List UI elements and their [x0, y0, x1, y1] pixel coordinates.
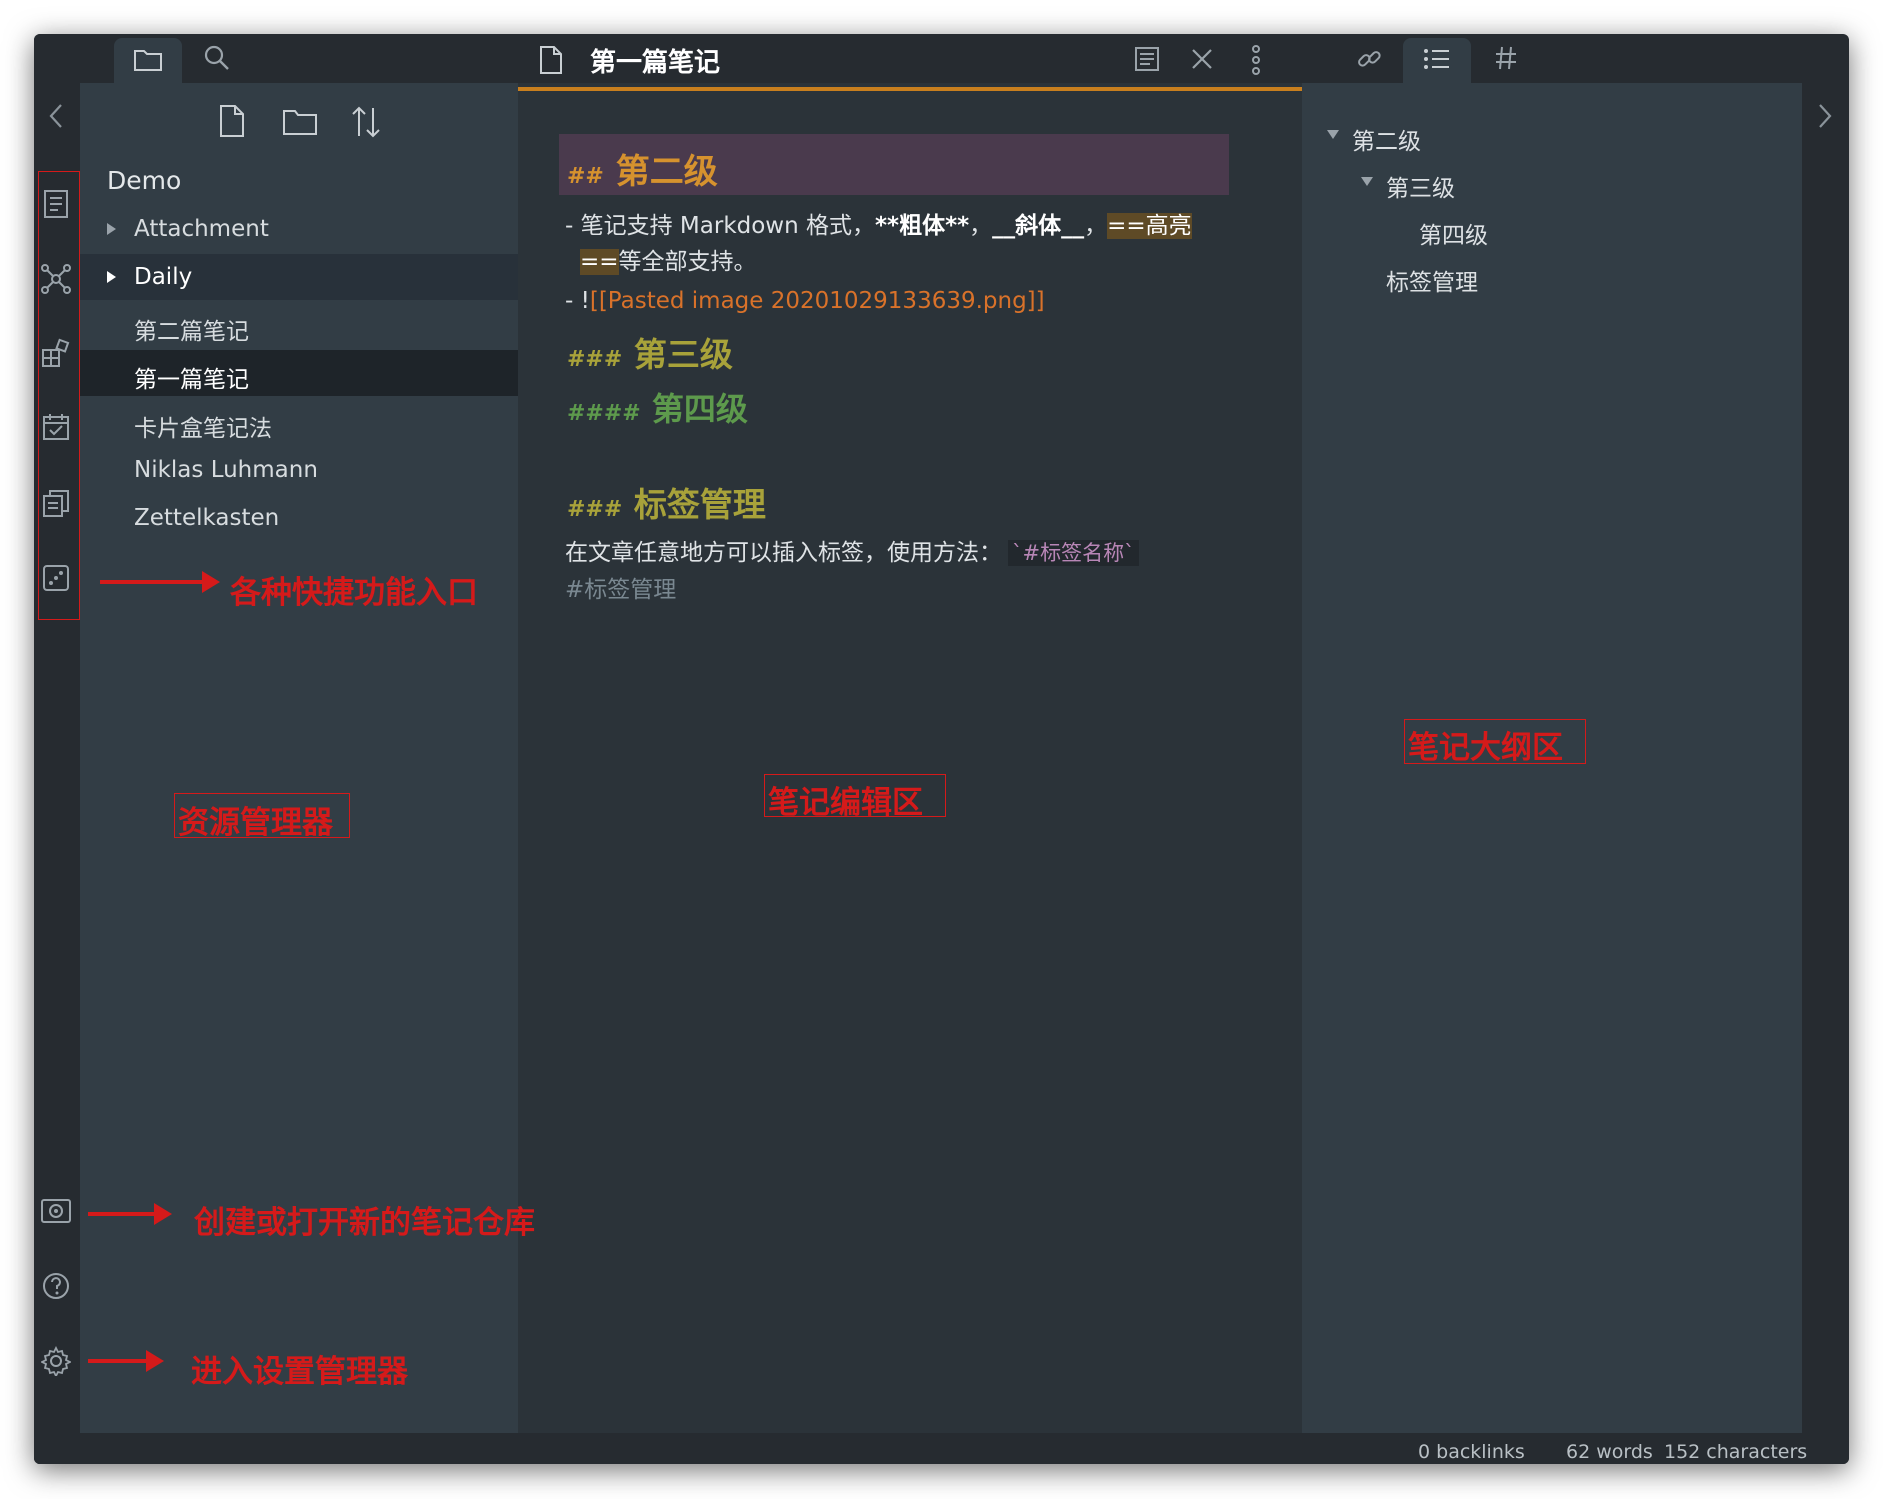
annotation-arrow: [88, 1203, 172, 1225]
tree-file-zettelkasten[interactable]: Zettelkasten: [80, 495, 518, 541]
annotation-arrow: [88, 1350, 164, 1372]
tag-usage-line[interactable]: 在文章任意地方可以插入标签，使用方法： `#标签名称`: [565, 533, 1139, 567]
collapse-right-chevron-icon[interactable]: [1817, 103, 1833, 129]
markdown-line-1-wrap[interactable]: ==等全部支持。: [580, 242, 757, 276]
outline-item-h3[interactable]: 第三级: [1386, 169, 1455, 203]
tag-link[interactable]: #标签管理: [565, 570, 676, 604]
editor-pane: [518, 83, 1302, 1433]
tree-file-zettel-method[interactable]: 卡片盒笔记法: [80, 399, 518, 445]
vault-name[interactable]: Demo: [107, 166, 181, 195]
heading-h4[interactable]: #### 第四级: [567, 384, 748, 430]
outline-item-h2[interactable]: 第二级: [1352, 122, 1421, 156]
caret-right-icon: [107, 223, 116, 235]
tree-file-first-note[interactable]: 第一篇笔记: [80, 350, 518, 396]
inline-code: `#标签名称`: [1008, 540, 1139, 566]
status-char-count: 152 characters: [1664, 1441, 1808, 1463]
heading-h3-tags[interactable]: ### 标签管理: [567, 478, 766, 526]
internal-link[interactable]: [[Pasted image 20201029133639.png]]: [590, 288, 1045, 314]
tree-file-niklas[interactable]: Niklas Luhmann: [80, 447, 518, 493]
search-icon[interactable]: [203, 44, 231, 72]
new-note-icon[interactable]: [219, 104, 245, 138]
annotation-shortcuts: 各种快捷功能入口: [230, 575, 478, 611]
new-folder-icon[interactable]: [282, 106, 318, 136]
caret-right-icon: [107, 271, 116, 283]
status-backlinks[interactable]: 0 backlinks: [1418, 1441, 1525, 1463]
status-word-count: 62 words: [1566, 1441, 1653, 1463]
annotation-ribbon-box: [38, 171, 80, 620]
caret-down-icon[interactable]: [1361, 177, 1373, 186]
heading-h3[interactable]: ### 第三级: [567, 328, 733, 376]
file-icon: [539, 45, 563, 75]
outline-item-tags[interactable]: 标签管理: [1386, 263, 1478, 297]
sort-icon[interactable]: [350, 105, 382, 139]
preview-toggle-icon[interactable]: [1134, 46, 1160, 72]
more-options-icon[interactable]: [1251, 45, 1261, 75]
list-icon[interactable]: [1423, 47, 1451, 71]
help-icon[interactable]: [41, 1271, 71, 1301]
link-icon[interactable]: [1355, 45, 1383, 73]
close-icon[interactable]: [1190, 47, 1214, 71]
caret-down-icon[interactable]: [1327, 130, 1339, 139]
annotation-outline: 笔记大纲区: [1408, 730, 1563, 766]
collapse-left-chevron-icon[interactable]: [48, 103, 64, 129]
markdown-line-1[interactable]: - 笔记支持 Markdown 格式，**粗体**，__斜体__，==高亮: [565, 206, 1192, 240]
folder-icon[interactable]: [133, 46, 163, 72]
annotation-settings: 进入设置管理器: [191, 1354, 408, 1390]
tag-hash-icon[interactable]: [1494, 45, 1518, 71]
tab-title: 第一篇笔记: [590, 48, 721, 78]
outline-item-h4[interactable]: 第四级: [1419, 216, 1488, 250]
markdown-line-2[interactable]: - ![[Pasted image 20201029133639.png]]: [565, 288, 1045, 314]
annotation-editor: 笔记编辑区: [768, 785, 923, 821]
annotation-arrow: [100, 571, 220, 593]
heading-h2[interactable]: ## 第二级: [567, 144, 718, 193]
active-tab-underline: [518, 87, 1302, 91]
annotation-explorer: 资源管理器: [178, 805, 333, 841]
settings-gear-icon[interactable]: [41, 1346, 71, 1376]
tree-folder-daily[interactable]: Daily: [80, 254, 518, 300]
vault-icon[interactable]: [40, 1197, 72, 1225]
annotation-vault: 创建或打开新的笔记仓库: [194, 1205, 535, 1241]
tree-folder-attachment[interactable]: Attachment: [80, 206, 518, 252]
tree-file-second-note[interactable]: 第二篇笔记: [80, 302, 518, 348]
